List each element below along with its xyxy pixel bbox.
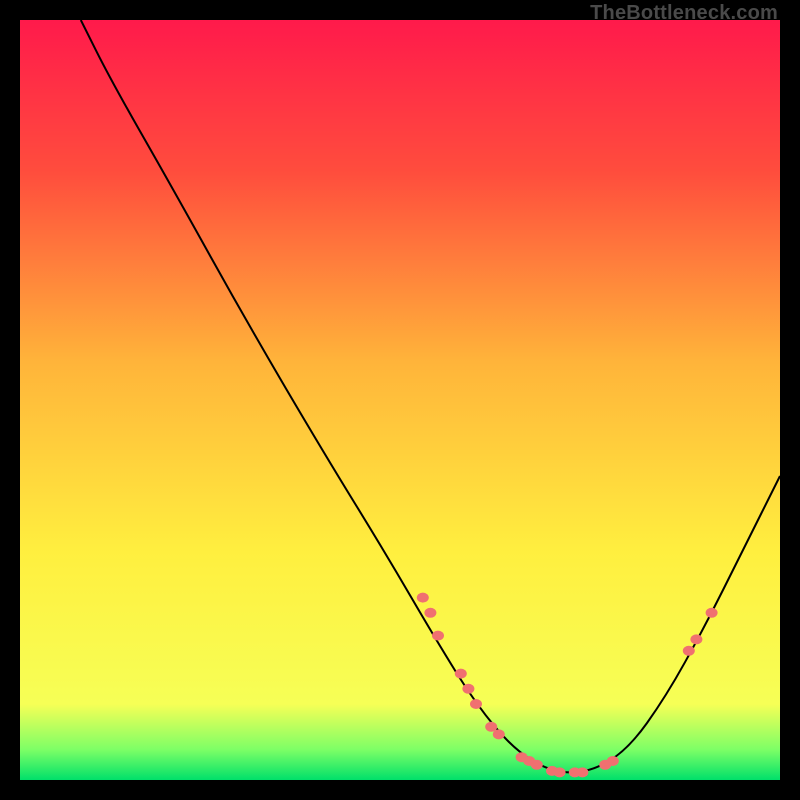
data-marker bbox=[470, 699, 482, 709]
data-marker bbox=[683, 646, 695, 656]
data-marker bbox=[432, 631, 444, 641]
data-marker bbox=[576, 767, 588, 777]
data-marker bbox=[607, 756, 619, 766]
data-marker bbox=[690, 634, 702, 644]
data-marker bbox=[462, 684, 474, 694]
gradient-background bbox=[20, 20, 780, 780]
bottleneck-chart bbox=[20, 20, 780, 780]
chart-frame bbox=[20, 20, 780, 780]
data-marker bbox=[455, 669, 467, 679]
data-marker bbox=[554, 767, 566, 777]
data-marker bbox=[424, 608, 436, 618]
data-marker bbox=[417, 593, 429, 603]
data-marker bbox=[493, 729, 505, 739]
data-marker bbox=[531, 760, 543, 770]
data-marker bbox=[706, 608, 718, 618]
